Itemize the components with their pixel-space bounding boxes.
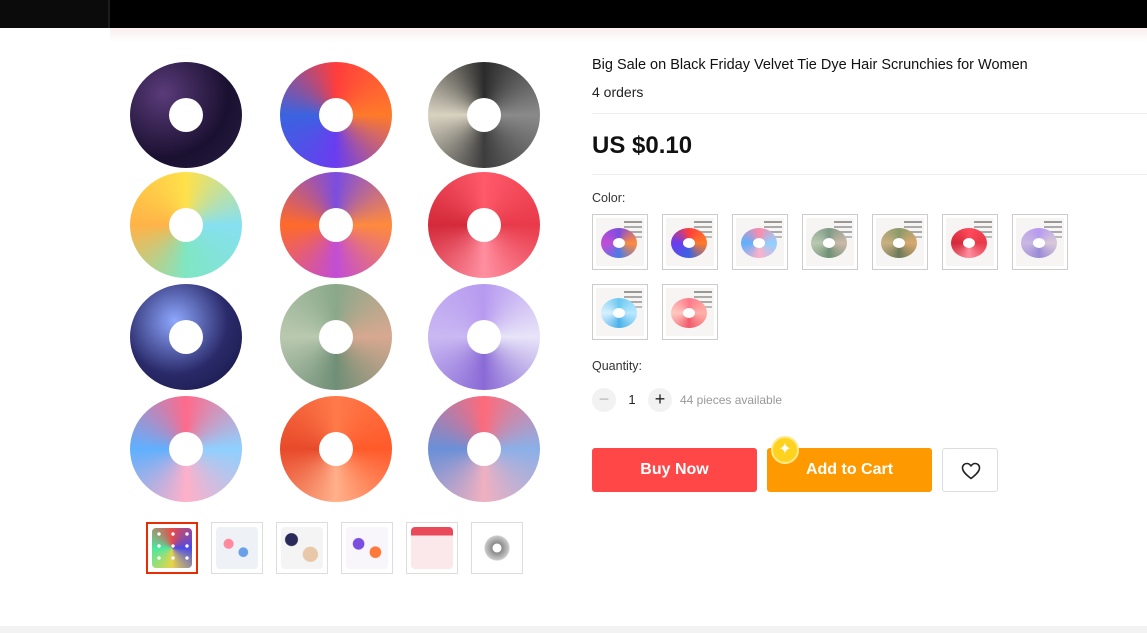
buy-now-button[interactable]: Buy Now bbox=[592, 448, 757, 492]
swatch-text bbox=[694, 221, 712, 223]
scrunchie-image bbox=[428, 396, 540, 502]
main-product-image[interactable] bbox=[110, 50, 560, 510]
scrunchie-image bbox=[130, 62, 242, 168]
swatch-text bbox=[904, 221, 922, 223]
scrunchie-image bbox=[280, 284, 392, 390]
color-option-lavender-gray[interactable] bbox=[1012, 214, 1068, 270]
color-option-red-pink[interactable] bbox=[942, 214, 998, 270]
swatch-scrunchie bbox=[881, 228, 917, 258]
swatch-text bbox=[694, 291, 712, 293]
thumbnail-3[interactable] bbox=[276, 522, 328, 574]
thumbnail-image bbox=[152, 528, 192, 568]
swatch-scrunchie bbox=[811, 228, 847, 258]
product-price: US $0.10 bbox=[592, 132, 693, 159]
divider bbox=[592, 174, 1147, 175]
swatch-text bbox=[834, 221, 852, 223]
order-count: 4 orders bbox=[592, 84, 644, 100]
thumbnail-image bbox=[346, 527, 388, 569]
thumbnail-image bbox=[216, 527, 258, 569]
swatch-scrunchie bbox=[671, 228, 707, 258]
swatch-text bbox=[974, 221, 992, 223]
swatch-scrunchie bbox=[601, 298, 637, 328]
scrunchie-image bbox=[130, 396, 242, 502]
wishlist-button[interactable] bbox=[942, 448, 998, 492]
swatch-scrunchie bbox=[671, 298, 707, 328]
thumbnail-image bbox=[411, 527, 453, 569]
thumbnail-1[interactable] bbox=[146, 522, 198, 574]
swatch-text bbox=[624, 291, 642, 293]
divider bbox=[592, 113, 1147, 114]
quantity-decrease-button[interactable]: − bbox=[592, 388, 616, 412]
top-bar-shadow bbox=[110, 28, 1147, 42]
swatch-scrunchie bbox=[741, 228, 777, 258]
scrunchie-image bbox=[130, 172, 242, 278]
thumbnail-4[interactable] bbox=[341, 522, 393, 574]
stock-available: 44 pieces available bbox=[680, 393, 783, 407]
scrunchie-image bbox=[280, 396, 392, 502]
heart-icon bbox=[961, 462, 981, 480]
swatch-scrunchie bbox=[601, 228, 637, 258]
scrunchie-image bbox=[428, 62, 540, 168]
scrunchie-image bbox=[428, 172, 540, 278]
thumbnail-image bbox=[476, 527, 518, 569]
swatch-scrunchie bbox=[1021, 228, 1057, 258]
color-option-olive-tan[interactable] bbox=[872, 214, 928, 270]
sparkle-coin-icon: ✦ bbox=[771, 436, 799, 464]
swatch-text bbox=[1044, 221, 1062, 223]
swatch-scrunchie bbox=[951, 228, 987, 258]
thumbnail-5[interactable] bbox=[406, 522, 458, 574]
top-navigation-bar bbox=[0, 0, 1147, 28]
color-option-purple-orange-blue[interactable] bbox=[592, 214, 648, 270]
product-title: Big Sale on Black Friday Velvet Tie Dye … bbox=[592, 57, 1028, 73]
footer-strip bbox=[0, 626, 1147, 633]
color-option-red-blue[interactable] bbox=[662, 214, 718, 270]
scrunchie-image bbox=[280, 62, 392, 168]
scrunchie-image bbox=[130, 284, 242, 390]
scrunchie-image bbox=[280, 172, 392, 278]
thumbnail-6[interactable] bbox=[471, 522, 523, 574]
swatch-text bbox=[764, 221, 782, 223]
quantity-increase-button[interactable]: + bbox=[648, 388, 672, 412]
top-bar-segment bbox=[0, 0, 110, 28]
color-option-coral-pink[interactable] bbox=[662, 284, 718, 340]
quantity-value[interactable]: 1 bbox=[622, 392, 642, 407]
color-option-green-gray[interactable] bbox=[802, 214, 858, 270]
scrunchie-image bbox=[428, 284, 540, 390]
color-label: Color: bbox=[592, 191, 626, 205]
color-option-pink-blue[interactable] bbox=[732, 214, 788, 270]
swatch-text bbox=[624, 221, 642, 223]
thumbnail-2[interactable] bbox=[211, 522, 263, 574]
quantity-label: Quantity: bbox=[592, 359, 643, 373]
color-option-sky-blue[interactable] bbox=[592, 284, 648, 340]
thumbnail-image bbox=[281, 527, 323, 569]
